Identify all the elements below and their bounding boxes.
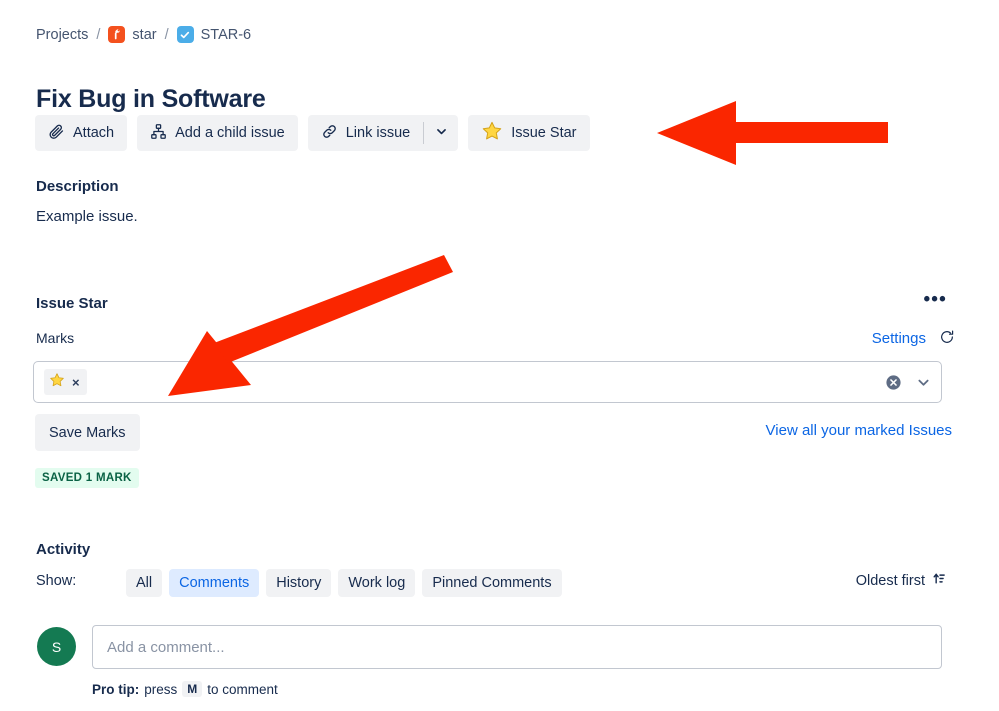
avatar[interactable]: S xyxy=(37,627,76,666)
breadcrumb-projects-link[interactable]: Projects xyxy=(36,27,88,43)
settings-link[interactable]: Settings xyxy=(872,330,926,347)
activity-show-label: Show: xyxy=(36,573,77,589)
select-controls xyxy=(885,374,931,391)
chevron-down-icon[interactable] xyxy=(916,375,931,390)
pro-tip-prefix: Pro tip: xyxy=(92,681,140,697)
sort-ascending-icon xyxy=(931,571,946,590)
issue-star-panel-heading: Issue Star xyxy=(36,295,108,312)
activity-filter-tabs: All Comments History Work log Pinned Com… xyxy=(126,569,562,597)
refresh-icon[interactable] xyxy=(939,329,955,348)
page-title[interactable]: Fix Bug in Software xyxy=(36,85,266,114)
status-badge: SAVED 1 MARK xyxy=(35,468,139,488)
tab-history[interactable]: History xyxy=(266,569,332,597)
mark-chip-star[interactable]: × xyxy=(44,369,87,395)
link-issue-dropdown-button[interactable] xyxy=(424,115,458,151)
tab-comments[interactable]: Comments xyxy=(169,569,260,597)
attach-button-label: Attach xyxy=(73,125,115,141)
save-marks-button[interactable]: Save Marks xyxy=(35,414,140,451)
sort-order-button[interactable]: Oldest first xyxy=(850,570,952,591)
star-icon xyxy=(481,120,503,146)
link-issue-button[interactable]: Link issue xyxy=(308,115,423,151)
link-issue-label: Link issue xyxy=(345,125,411,141)
breadcrumb-separator-1: / xyxy=(96,26,101,43)
issue-actions-toolbar: Attach Add a child issue Link issue Issu… xyxy=(35,115,590,151)
view-all-marked-issues-link[interactable]: View all your marked Issues xyxy=(766,422,952,439)
ellipsis-icon[interactable]: ••• xyxy=(917,290,953,309)
breadcrumb: Projects / star / STAR-6 xyxy=(36,26,251,43)
sort-order-label: Oldest first xyxy=(855,572,925,589)
breadcrumb-separator-2: / xyxy=(164,26,169,43)
mark-chip-remove-icon[interactable]: × xyxy=(72,376,80,389)
hierarchy-icon xyxy=(150,123,167,144)
pro-tip-suffix: to comment xyxy=(207,681,278,697)
description-body: Example issue. xyxy=(36,208,138,225)
annotation-arrow-issue-star xyxy=(657,101,888,165)
paperclip-icon xyxy=(48,123,65,144)
add-child-issue-label: Add a child issue xyxy=(175,125,285,141)
issue-star-button-label: Issue Star xyxy=(511,125,577,141)
tab-pinned-comments[interactable]: Pinned Comments xyxy=(422,569,562,597)
clear-circle-icon[interactable] xyxy=(885,374,902,391)
chevron-down-icon xyxy=(435,125,448,141)
marks-label: Marks xyxy=(36,330,75,346)
pro-tip: Pro tip: press M to comment xyxy=(92,681,278,697)
issue-star-button[interactable]: Issue Star xyxy=(468,115,590,151)
activity-heading: Activity xyxy=(36,541,91,558)
attach-button[interactable]: Attach xyxy=(35,115,128,151)
description-heading: Description xyxy=(36,178,119,195)
link-issue-split-button: Link issue xyxy=(307,115,459,151)
add-child-issue-button[interactable]: Add a child issue xyxy=(137,115,298,151)
star-icon xyxy=(49,372,65,393)
link-chain-icon xyxy=(321,123,338,144)
issue-detail-page: Projects / star / STAR-6 Fix Bug in Soft… xyxy=(0,0,999,711)
wrench-icon xyxy=(108,26,126,43)
marks-select-field[interactable]: × xyxy=(33,361,942,403)
task-checkmark-icon xyxy=(176,26,194,43)
pro-tip-key: M xyxy=(182,681,203,697)
tab-all[interactable]: All xyxy=(126,569,163,597)
tab-work-log[interactable]: Work log xyxy=(338,569,416,597)
breadcrumb-project-link[interactable]: star xyxy=(132,27,156,43)
breadcrumb-issue-key-link[interactable]: STAR-6 xyxy=(201,27,252,43)
add-comment-input[interactable] xyxy=(92,625,942,669)
pro-tip-middle: press xyxy=(144,681,178,697)
